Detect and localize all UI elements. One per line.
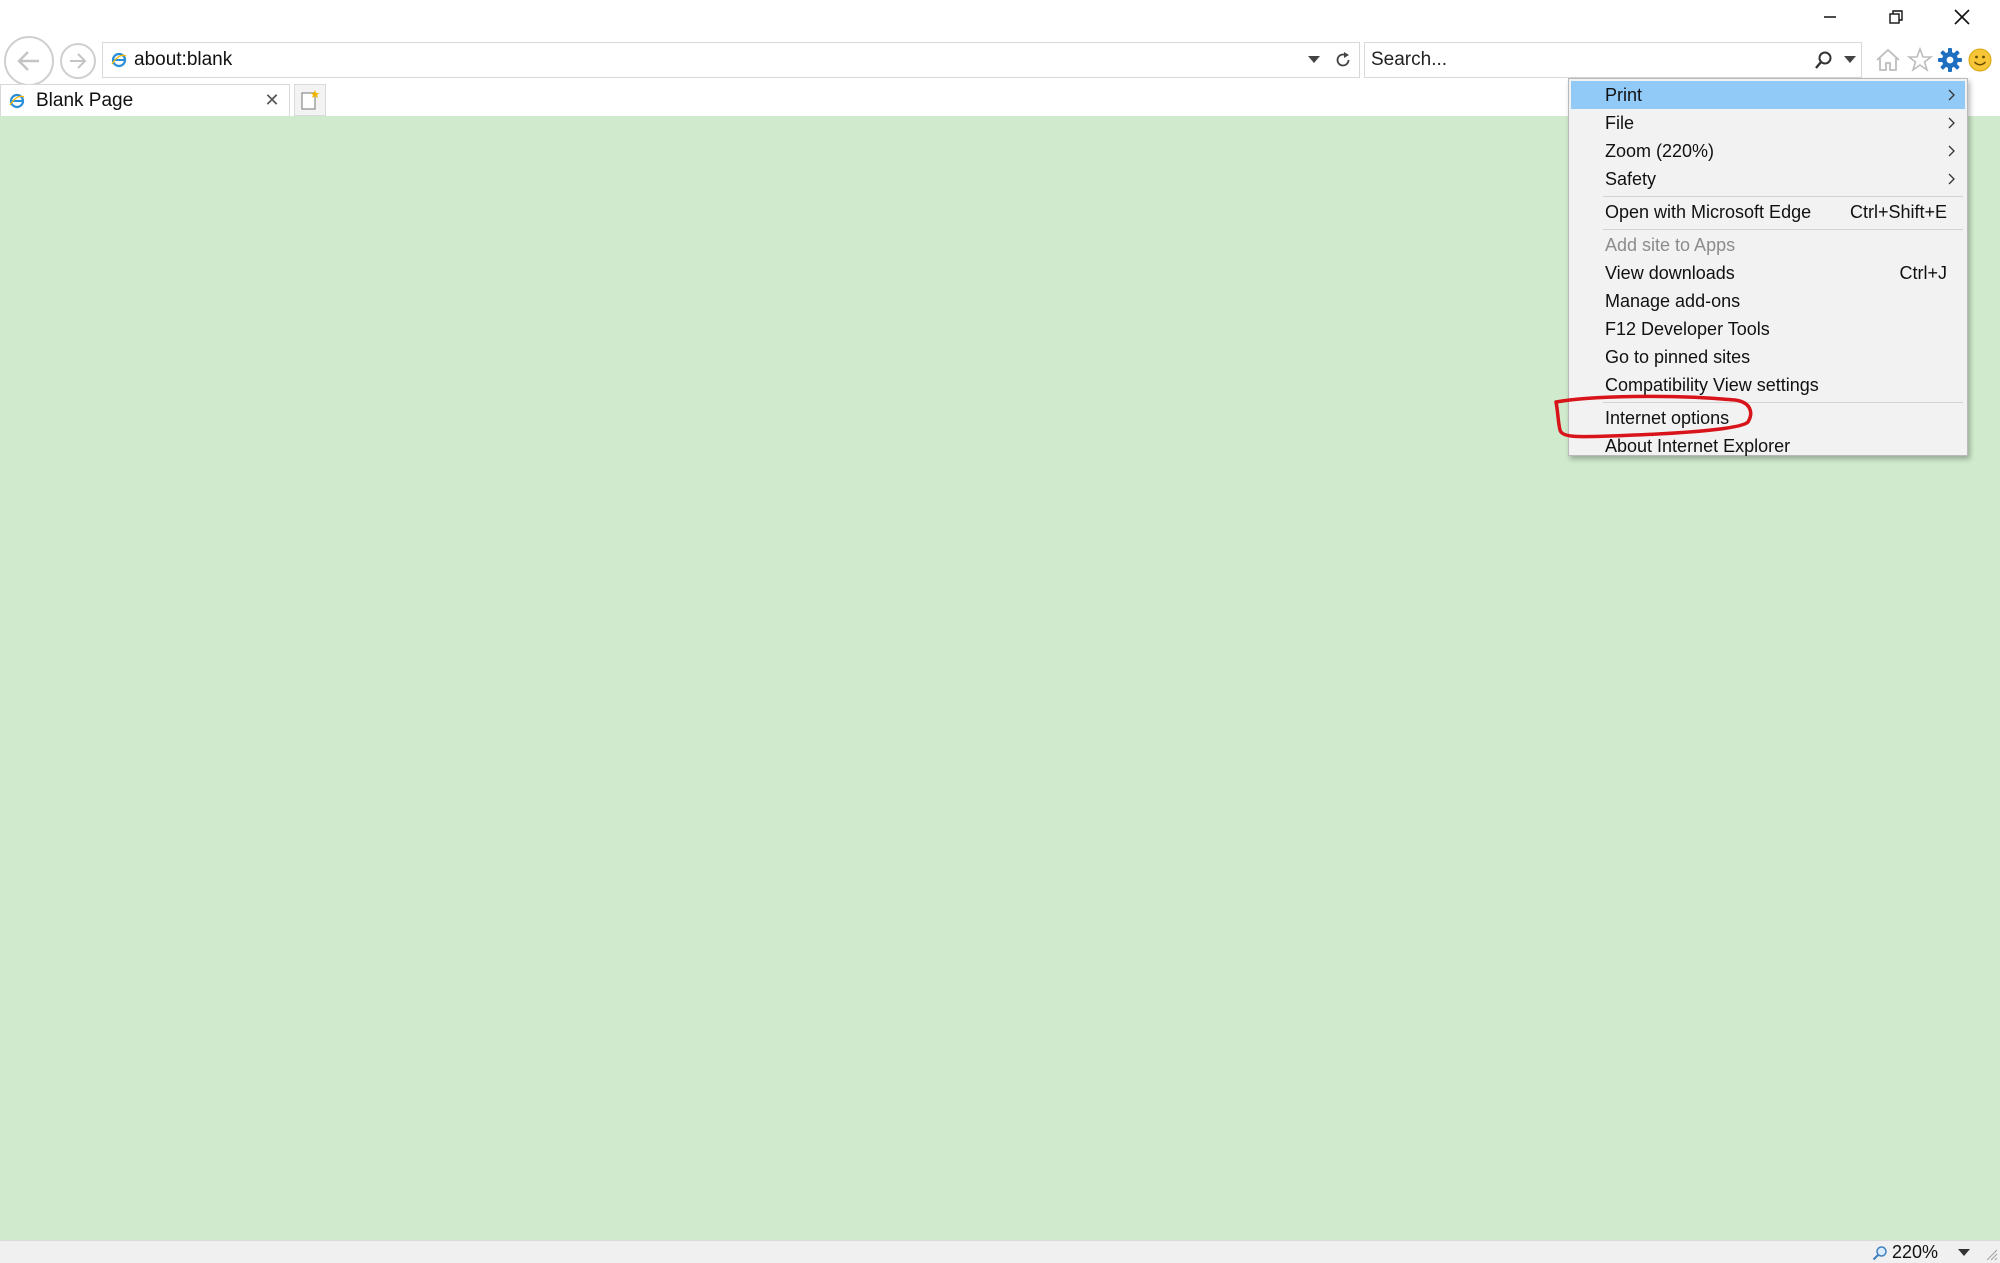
menu-item-zoom[interactable]: Zoom (220%) xyxy=(1571,137,1965,165)
menu-item-f12-developer-tools[interactable]: F12 Developer Tools xyxy=(1571,315,1965,343)
search-icon xyxy=(1815,51,1832,69)
menu-item-internet-options[interactable]: Internet options xyxy=(1571,404,1965,432)
restore-icon xyxy=(1889,10,1903,24)
address-bar[interactable]: about:blank xyxy=(102,42,1360,78)
close-icon: ✕ xyxy=(264,90,280,110)
refresh-icon xyxy=(1336,52,1350,67)
home-button[interactable] xyxy=(1872,44,1904,76)
menu-item-compatibility-view-settings[interactable]: Compatibility View settings xyxy=(1571,371,1965,399)
menu-item-add-site-to-apps: Add site to Apps xyxy=(1605,234,1736,255)
chevron-right-icon xyxy=(1941,89,1963,101)
close-window-button[interactable] xyxy=(1930,0,1994,34)
menu-item-file[interactable]: File xyxy=(1571,109,1965,137)
favorites-button[interactable] xyxy=(1904,44,1936,76)
chevron-right-icon xyxy=(1941,173,1963,185)
zoom-level-text: 220% xyxy=(1892,1242,1939,1262)
status-bar: 220% xyxy=(0,1240,2000,1263)
chevron-down-icon xyxy=(1308,56,1320,63)
menu-separator xyxy=(1603,402,1963,403)
zoom-dropdown-button[interactable] xyxy=(1952,1241,1976,1263)
search-input[interactable] xyxy=(1365,48,1809,72)
title-bar xyxy=(0,0,2000,36)
address-text[interactable]: about:blank xyxy=(134,49,1301,71)
menu-item-go-to-pinned-sites[interactable]: Go to pinned sites xyxy=(1571,343,1965,371)
tools-menu: Print File Zoom (220%) Safety Open with … xyxy=(1568,78,1968,456)
chevron-down-icon xyxy=(1958,1248,1970,1256)
home-icon xyxy=(1876,48,1900,71)
magnifier-icon xyxy=(1872,1245,1887,1260)
feedback-button[interactable] xyxy=(1964,44,1996,76)
chevron-right-icon xyxy=(1941,117,1963,129)
ie-page-icon xyxy=(8,92,26,110)
resize-grip-icon[interactable] xyxy=(1984,1247,1998,1261)
tools-button[interactable] xyxy=(1934,44,1966,76)
search-box[interactable] xyxy=(1364,42,1862,78)
menu-separator xyxy=(1603,229,1963,230)
close-icon xyxy=(1954,9,1970,25)
minimize-button[interactable] xyxy=(1798,0,1862,34)
close-tab-button[interactable]: ✕ xyxy=(259,88,285,114)
menu-item-view-downloads[interactable]: View downloads Ctrl+J xyxy=(1571,259,1965,287)
address-dropdown-button[interactable] xyxy=(1301,45,1327,75)
menu-shortcut: Ctrl+J xyxy=(1899,262,1947,283)
forward-arrow-icon xyxy=(70,53,87,69)
menu-item-manage-add-ons[interactable]: Manage add-ons xyxy=(1571,287,1965,315)
menu-separator xyxy=(1603,196,1963,197)
tab-blank-page[interactable]: Blank Page ✕ xyxy=(0,84,290,116)
star-icon xyxy=(1907,47,1933,73)
chevron-down-icon xyxy=(1844,56,1856,63)
menu-shortcut: Ctrl+Shift+E xyxy=(1849,201,1947,222)
gear-icon xyxy=(1938,48,1962,72)
menu-item-print[interactable]: Print xyxy=(1571,81,1965,109)
minimize-icon xyxy=(1824,16,1836,18)
back-button[interactable] xyxy=(4,36,54,86)
restore-button[interactable] xyxy=(1864,0,1928,34)
back-arrow-icon xyxy=(17,51,39,71)
menu-item-open-with-edge[interactable]: Open with Microsoft Edge Ctrl+Shift+E xyxy=(1571,198,1965,226)
ie-page-icon xyxy=(110,51,128,69)
zoom-level-button[interactable]: 220% xyxy=(1872,1241,1938,1263)
search-button[interactable] xyxy=(1809,45,1839,75)
forward-button[interactable] xyxy=(60,43,96,79)
smiley-icon xyxy=(1968,48,1992,72)
menu-item-safety[interactable]: Safety xyxy=(1571,165,1965,193)
new-tab-icon xyxy=(301,90,320,110)
chevron-right-icon xyxy=(1941,145,1963,157)
refresh-button[interactable] xyxy=(1327,45,1359,75)
search-provider-dropdown[interactable] xyxy=(1839,45,1861,75)
tab-title: Blank Page xyxy=(36,89,134,111)
menu-item-about-internet-explorer[interactable]: About Internet Explorer xyxy=(1571,432,1965,460)
navigation-bar: about:blank xyxy=(0,36,2000,86)
new-tab-button[interactable] xyxy=(294,84,326,116)
